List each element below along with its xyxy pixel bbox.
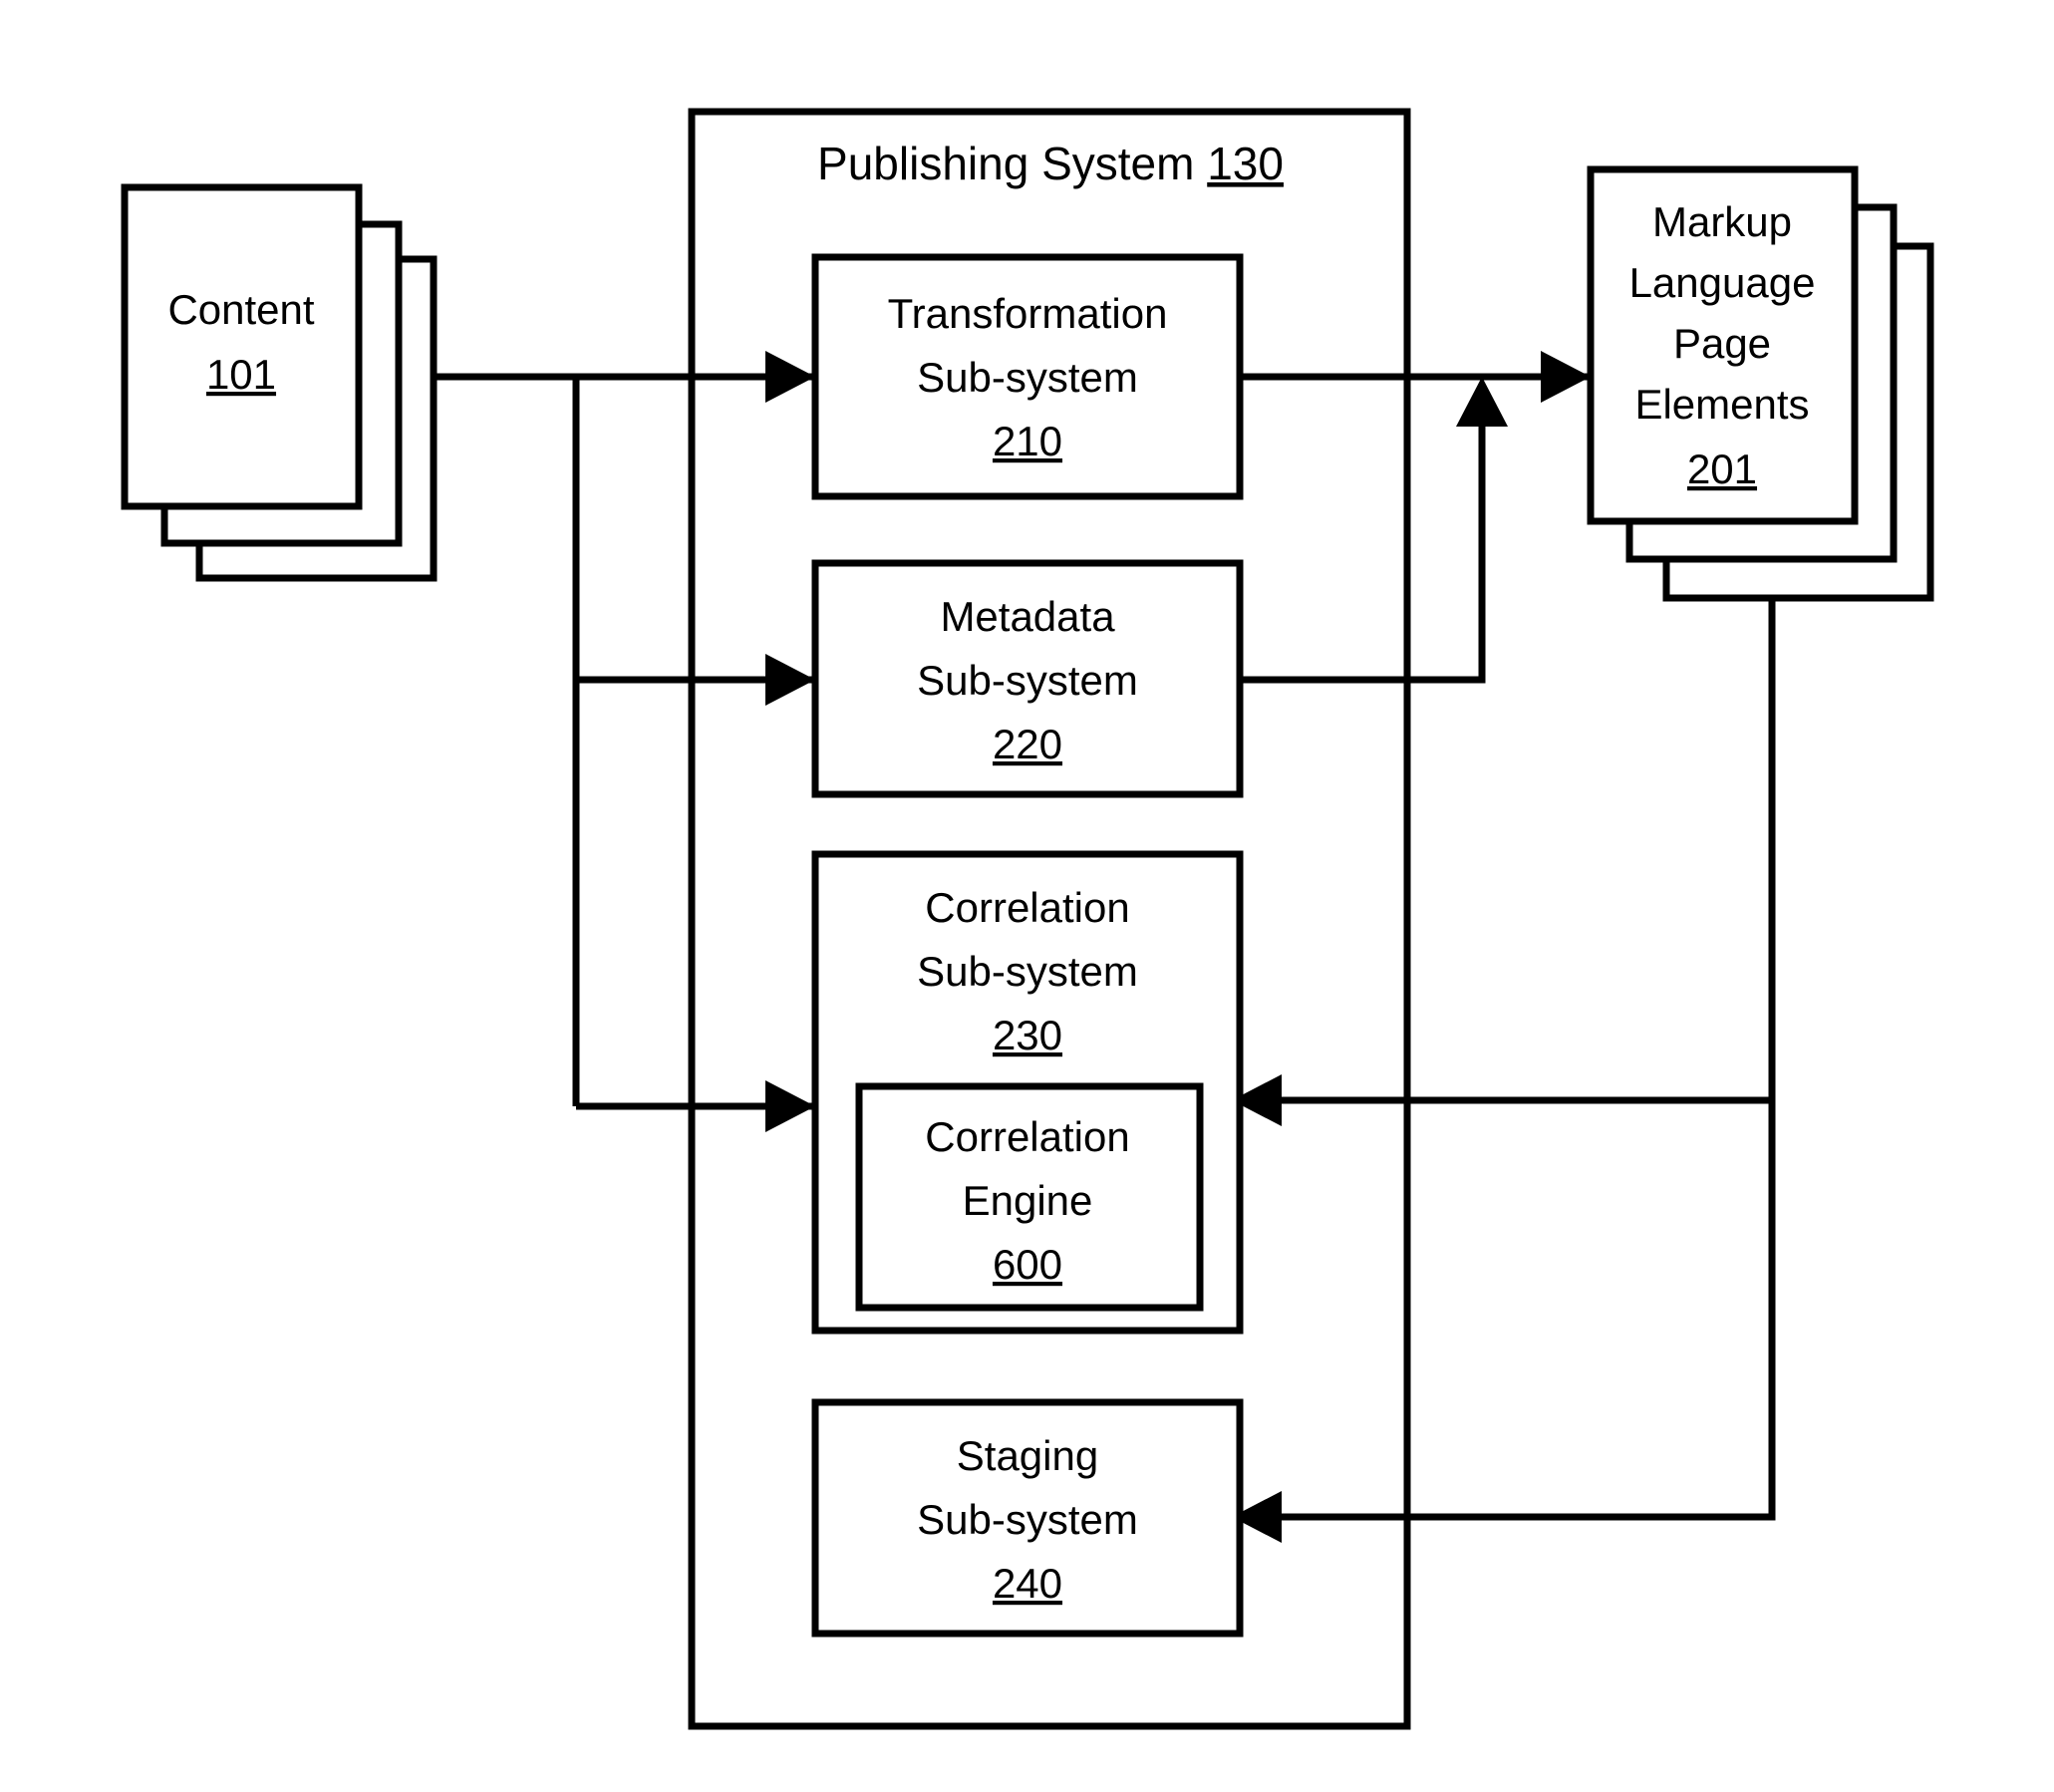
publishing-system-diagram: Publishing System 130 Content 101 Markup… (121, 108, 1934, 1730)
arrowhead-to-correlation (765, 1080, 815, 1132)
transformation-ref: 210 (993, 418, 1062, 464)
svg-text:230: 230 (993, 1012, 1062, 1058)
svg-text:210: 210 (993, 418, 1062, 464)
correlation-line2: Sub-system (917, 948, 1138, 995)
content-line1: Content (167, 286, 314, 333)
svg-text:101: 101 (206, 351, 276, 398)
connector-metadata-to-markup (1240, 377, 1508, 684)
correlation-engine-line2: Engine (963, 1177, 1093, 1224)
svg-text:220: 220 (993, 721, 1062, 767)
publishing-system-title: Publishing System 130 (817, 138, 1284, 189)
markup-line2: Language (1629, 259, 1816, 306)
publishing-system-title-text: Publishing System (817, 138, 1194, 189)
svg-text:240: 240 (993, 1560, 1062, 1607)
staging-line1: Staging (957, 1432, 1098, 1479)
publishing-system-title-ref: 130 (1207, 138, 1284, 189)
connector-transformation-to-markup (1240, 351, 1591, 403)
staging-line2: Sub-system (917, 1496, 1138, 1543)
markup-line3: Page (1673, 320, 1771, 367)
markup-line1: Markup (1652, 198, 1792, 245)
markup-line4: Elements (1634, 381, 1809, 428)
correlation-line1: Correlation (925, 884, 1129, 931)
markup-ref: 201 (1687, 446, 1757, 492)
connector-markup-to-staging (1232, 1100, 1776, 1543)
metadata-ref: 220 (993, 721, 1062, 767)
arrowhead-to-metadata (765, 654, 815, 706)
staging-ref: 240 (993, 1560, 1062, 1607)
correlation-engine-ref: 600 (993, 1241, 1062, 1288)
arrowhead-to-transformation (765, 351, 815, 403)
svg-text:201: 201 (1687, 446, 1757, 492)
transformation-line2: Sub-system (917, 354, 1138, 401)
metadata-line1: Metadata (940, 593, 1115, 640)
content-ref: 101 (206, 351, 276, 398)
content-stack (121, 183, 438, 582)
correlation-engine-line1: Correlation (925, 1113, 1129, 1160)
svg-text:Publishing System 130: Publishing System 130 (817, 138, 1284, 189)
figure-root: Publishing System 130 Content 101 Markup… (0, 0, 2054, 1792)
svg-text:600: 600 (993, 1241, 1062, 1288)
metadata-line2: Sub-system (917, 657, 1138, 704)
transformation-line1: Transformation (888, 290, 1168, 337)
correlation-ref: 230 (993, 1012, 1062, 1058)
